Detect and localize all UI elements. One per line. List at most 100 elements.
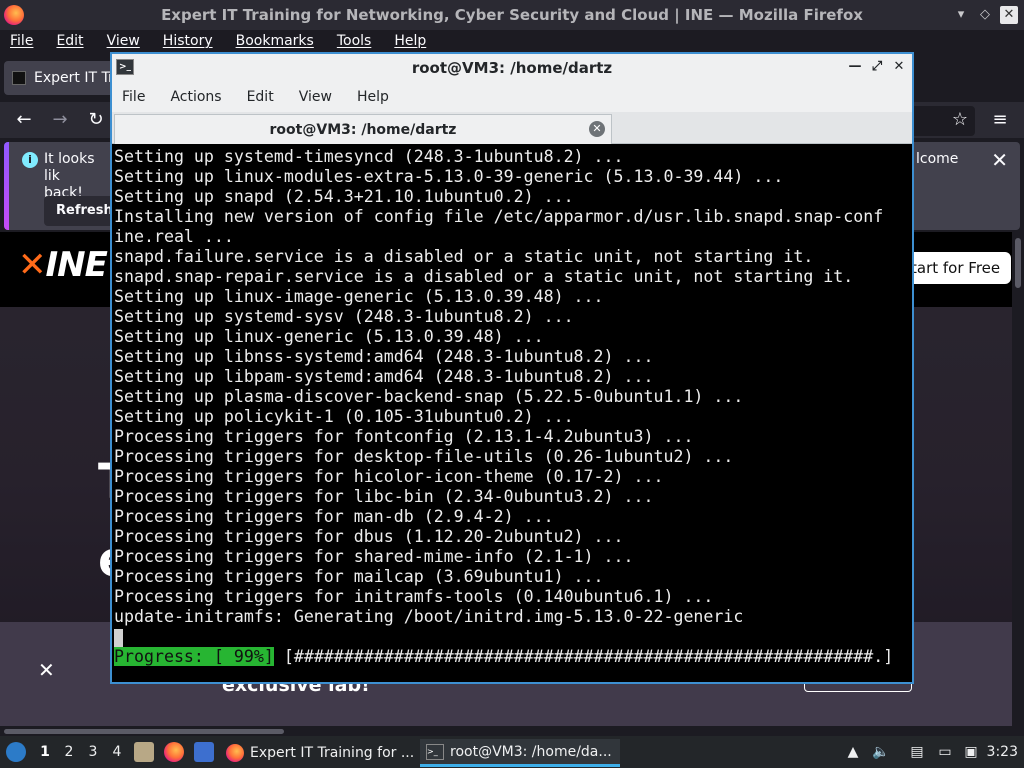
terminal-line: Processing triggers for libc-bin (2.34-0… (114, 487, 654, 506)
terminal-line: Processing triggers for hicolor-icon-the… (114, 467, 664, 486)
start-for-free-button[interactable]: tart for Free (905, 252, 1011, 284)
scrollbar-thumb[interactable] (1015, 238, 1021, 288)
terminal-tab[interactable]: root@VM3: /home/dartz ✕ (114, 114, 612, 144)
bookmark-star-icon[interactable]: ☆ (948, 108, 972, 132)
close-icon[interactable]: ✕ (589, 121, 605, 137)
terminal-line: update-initramfs: Generating /boot/initr… (114, 607, 744, 626)
file-manager-icon[interactable] (134, 742, 154, 762)
refresh-button[interactable]: Refresh (44, 196, 114, 226)
terminal-tabbar: root@VM3: /home/dartz ✕ (112, 112, 912, 144)
firefox-window-title: Expert IT Training for Networking, Cyber… (161, 6, 863, 24)
terminal-line: Processing triggers for man-db (2.9.4-2)… (114, 507, 554, 526)
notification-accent (4, 142, 9, 230)
progress-label: Progress: [ 99%] (114, 647, 274, 666)
hamburger-menu-icon[interactable]: ≡ (988, 108, 1012, 132)
vertical-scrollbar[interactable] (1012, 232, 1024, 726)
desktop: Expert IT Training for Networking, Cyber… (0, 0, 1024, 768)
desktop-switch-4[interactable]: 4 (110, 744, 124, 760)
progress-line: Progress: [ 99%] [######################… (114, 647, 912, 667)
reload-icon[interactable]: ↻ (84, 108, 108, 132)
close-icon[interactable]: ✕ (38, 658, 55, 682)
terminal-line: Setting up policykit-1 (0.105-31ubuntu0.… (114, 407, 574, 426)
notification-text-right: lcome (916, 151, 959, 167)
terminal-line: Processing triggers for initramfs-tools … (114, 587, 714, 606)
scrollbar-thumb[interactable] (4, 729, 284, 734)
menu-view[interactable]: View (107, 33, 140, 49)
terminal-menubar: File Actions Edit View Help (112, 82, 912, 112)
maximize-button[interactable]: ⤢ (870, 59, 884, 75)
terminal-line: Setting up systemd-sysv (248.3-1ubuntu8.… (114, 307, 574, 326)
terminal-tab-title: root@VM3: /home/dartz (269, 121, 457, 138)
desktop-switch-2[interactable]: 2 (62, 744, 76, 760)
terminal-output[interactable]: Setting up systemd-timesyncd (248.3-1ubu… (112, 144, 912, 682)
volume-icon[interactable]: 🔈 (872, 743, 890, 761)
terminal-line: snapd.failure.service is a disabled or a… (114, 247, 814, 266)
taskbar-task-label: root@VM3: /home/da... (450, 743, 612, 760)
terminal-cursor-line (114, 627, 912, 647)
firefox-icon (226, 744, 244, 762)
desktop-switch-3[interactable]: 3 (86, 744, 100, 760)
close-button[interactable]: ✕ (892, 59, 906, 75)
terminal-menu-help[interactable]: Help (357, 89, 389, 105)
menu-tools[interactable]: Tools (337, 33, 372, 49)
notifications-icon[interactable]: ▣ (962, 743, 980, 761)
forward-arrow-icon[interactable]: → (48, 108, 72, 132)
terminal-menu-file[interactable]: File (122, 89, 145, 105)
terminal-line: Setting up linux-image-generic (5.13.0.3… (114, 287, 604, 306)
app-launcher-icon[interactable] (6, 742, 26, 762)
menu-history[interactable]: History (163, 33, 213, 49)
terminal-line: Setting up snapd (2.54.3+21.10.1ubuntu0.… (114, 187, 574, 206)
terminal-menu-view[interactable]: View (299, 89, 332, 105)
clipboard-icon[interactable]: ▤ (908, 743, 926, 761)
terminal-line: Processing triggers for mailcap (3.69ubu… (114, 567, 604, 586)
terminal-icon: >_ (426, 743, 444, 760)
browser-tab[interactable]: Expert IT Training for Networking, Cyber… (4, 61, 124, 95)
ine-logo[interactable]: ✕INE (18, 245, 108, 285)
progress-bar: [#######################################… (273, 647, 894, 666)
firefox-titlebar: Expert IT Training for Networking, Cyber… (0, 0, 1024, 30)
taskbar-terminal-task[interactable]: >_ root@VM3: /home/da... (420, 739, 620, 767)
close-button[interactable]: ✕ (1000, 6, 1018, 24)
terminal-line: snapd.snap-repair.service is a disabled … (114, 267, 854, 286)
terminal-titlebar[interactable]: >_ root@VM3: /home/dartz — ⤢ ✕ (112, 54, 912, 82)
close-icon[interactable]: ✕ (991, 148, 1008, 172)
network-icon[interactable]: ▭ (936, 743, 954, 761)
terminal-line: Processing triggers for dbus (1.12.20-2u… (114, 527, 624, 546)
terminal-icon: >_ (116, 59, 134, 75)
terminal-line: Installing new version of config file /e… (114, 207, 884, 226)
taskbar: 1 2 3 4 Expert IT Training for ... >_ ro… (0, 736, 1024, 768)
firefox-menubar: File Edit View History Bookmarks Tools H… (0, 30, 1024, 52)
notification-text: It looks lik back! (44, 151, 104, 202)
minimize-button[interactable]: — (848, 59, 862, 75)
terminal-window-title: root@VM3: /home/dartz (411, 59, 613, 77)
terminal-menu-edit[interactable]: Edit (247, 89, 274, 105)
menu-file[interactable]: File (10, 33, 33, 49)
terminal-line: Processing triggers for desktop-file-uti… (114, 447, 734, 466)
desktop-switch-1[interactable]: 1 (38, 744, 52, 760)
clock: 3:23 (986, 744, 1018, 760)
horizontal-scrollbar[interactable] (0, 726, 1012, 736)
taskbar-firefox-task[interactable]: Expert IT Training for ... (220, 739, 418, 767)
menu-bookmarks[interactable]: Bookmarks (236, 33, 314, 49)
terminal-line: ine.real ... (114, 227, 234, 246)
back-arrow-icon[interactable]: ← (12, 108, 36, 132)
terminal-line: Setting up linux-generic (5.13.0.39.48) … (114, 327, 544, 346)
terminal-window: >_ root@VM3: /home/dartz — ⤢ ✕ File Acti… (110, 52, 914, 684)
terminal-line: Setting up plasma-discover-backend-snap … (114, 387, 744, 406)
ine-favicon (12, 71, 26, 85)
minimize-button[interactable]: ▾ (952, 6, 970, 24)
firefox-icon[interactable] (164, 742, 184, 762)
menu-help[interactable]: Help (394, 33, 426, 49)
terminal-menu-actions[interactable]: Actions (170, 89, 221, 105)
terminal-line: Setting up libnss-systemd:amd64 (248.3-1… (114, 347, 654, 366)
terminal-line: Processing triggers for shared-mime-info… (114, 547, 634, 566)
terminal-line: Processing triggers for fontconfig (2.13… (114, 427, 694, 446)
terminal-line: Setting up linux-modules-extra-5.13.0-39… (114, 167, 784, 186)
desktop-icon[interactable] (194, 742, 214, 762)
maximize-button[interactable]: ◇ (976, 6, 994, 24)
terminal-line: Setting up libpam-systemd:amd64 (248.3-1… (114, 367, 654, 386)
menu-edit[interactable]: Edit (56, 33, 83, 49)
info-icon: i (22, 152, 38, 168)
updates-icon[interactable]: ▲ (844, 743, 862, 761)
firefox-icon (4, 5, 24, 25)
